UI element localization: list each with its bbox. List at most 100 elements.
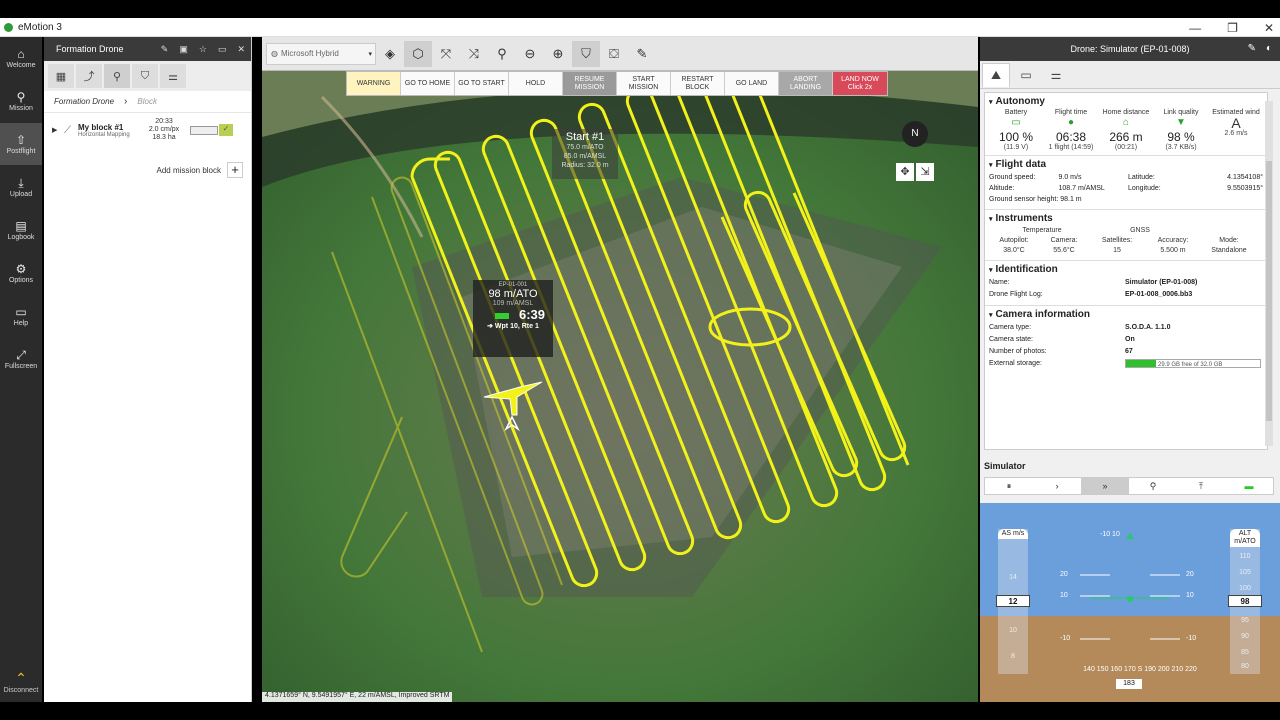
- compass-icon[interactable]: N: [902, 121, 928, 147]
- mode-value: Standalone: [1211, 247, 1247, 254]
- maximize-icon[interactable]: ❐: [1227, 21, 1238, 35]
- camera-title[interactable]: ▾ Camera information: [989, 309, 1263, 320]
- tab-flight-icon[interactable]: ⛰: [982, 62, 1010, 87]
- route-icon[interactable]: ⤴: [76, 64, 102, 88]
- map-view[interactable]: ◍ Microsoft Hybrid ▾ ◈ ⬡ ⤧ ⤨ ⚲ ⊖ ⊕ ⛉ ⛋ ✎…: [262, 37, 978, 702]
- folder-icon[interactable]: ▭: [218, 44, 227, 55]
- area-icon[interactable]: ⛋: [600, 41, 628, 67]
- location-icon[interactable]: ⚲: [1129, 478, 1177, 494]
- edit-icon[interactable]: ✎: [1248, 43, 1256, 54]
- battery-sim-icon[interactable]: ▬: [1225, 478, 1273, 494]
- collapse-arrows-icon[interactable]: ⤨: [460, 41, 488, 67]
- rail-options[interactable]: ⚙ Options: [0, 252, 42, 294]
- app-title: eMotion 3: [18, 21, 62, 33]
- block-name-group: My block #1 Horizontal Mapping: [78, 123, 140, 138]
- tab-settings-icon[interactable]: ⚌: [1042, 63, 1070, 87]
- go-to-start-button[interactable]: GO TO START: [455, 72, 509, 95]
- identification-title[interactable]: ▾ Identification: [989, 264, 1263, 275]
- start-point-label[interactable]: Start #1 75.0 m/ATO 85.0 m/AMSL Radius: …: [552, 129, 618, 179]
- block-icon[interactable]: ▦: [48, 64, 74, 88]
- close-icon[interactable]: ✕: [237, 44, 245, 55]
- sliders-icon[interactable]: ⚌: [160, 64, 186, 88]
- warning-button[interactable]: WARNING: [347, 72, 401, 95]
- minimize-icon[interactable]: —: [1189, 21, 1201, 35]
- fast-forward-icon[interactable]: »: [1081, 478, 1129, 494]
- waypoint-icon[interactable]: ⚲: [104, 64, 130, 88]
- pan-icon[interactable]: ✥: [896, 163, 914, 181]
- rail-logbook[interactable]: ▤ Logbook: [0, 209, 42, 251]
- expand-arrows-icon[interactable]: ⤧: [432, 41, 460, 67]
- command-bar: WARNING GO TO HOME GO TO START HOLD RESU…: [346, 71, 888, 96]
- link-quality-value: 98 %: [1167, 130, 1195, 144]
- add-block-button[interactable]: Add mission block +: [157, 162, 243, 178]
- altitude-label: ALT m/ATO: [1230, 529, 1260, 547]
- zoom-in-icon[interactable]: ⊕: [544, 41, 572, 67]
- instruments-title[interactable]: ▾ Instruments: [989, 213, 1263, 224]
- layers-icon[interactable]: ◈: [376, 41, 404, 67]
- expand-icon[interactable]: ▶: [52, 126, 64, 134]
- map-source-select[interactable]: ◍ Microsoft Hybrid ▾: [266, 42, 376, 65]
- 3d-view-icon[interactable]: ⬡: [404, 40, 432, 67]
- rail-mission[interactable]: ⚲ Mission: [0, 80, 42, 122]
- resume-mission-button[interactable]: RESUME MISSION: [563, 72, 617, 95]
- flight-count: 1 flight (14:59): [1048, 144, 1094, 151]
- shield-icon[interactable]: ⛉: [132, 64, 158, 88]
- restart-block-button[interactable]: RESTART BLOCK: [671, 72, 725, 95]
- rail-disconnect[interactable]: ⌃ Disconnect: [0, 662, 42, 702]
- left-rail: ⌂ Welcome ⚲ Mission ⇧ Postflight ⤓ Uploa…: [0, 37, 42, 702]
- drone-panel-scrollbar[interactable]: [1265, 101, 1273, 446]
- play-icon[interactable]: ›: [1033, 478, 1081, 494]
- flight-data-title[interactable]: ▾ Flight data: [989, 159, 1263, 170]
- tab-camera-icon[interactable]: ▭: [1012, 63, 1040, 87]
- drone-altitude: 98 m/ATO: [488, 288, 538, 300]
- flight-data-title-text: Flight data: [995, 159, 1047, 170]
- map-nav-controls: ✥ ⇲: [896, 163, 934, 181]
- ruler-icon[interactable]: ✎: [628, 41, 656, 67]
- breadcrumb-mission[interactable]: Formation Drone: [54, 97, 114, 106]
- collapse-icon: ▾: [989, 267, 993, 274]
- breadcrumb-block: Block: [137, 97, 157, 106]
- accuracy-value: 5.500 m: [1160, 247, 1186, 254]
- rail-help[interactable]: ▭ Help: [0, 295, 42, 337]
- block-area: 18.3 ha: [152, 134, 176, 141]
- block-gsd: 2.0 cm/px: [148, 126, 180, 133]
- flight-log-value[interactable]: EP-01-008_0006.bb3: [1125, 289, 1192, 301]
- altitude-label: Altitude:: [989, 185, 1015, 192]
- edit-icon[interactable]: ✎: [161, 44, 169, 55]
- close-icon[interactable]: ✕: [1264, 21, 1274, 35]
- autonomy-section: ▾ Autonomy Battery ▭ 100 % (11.9 V) Fligh…: [985, 93, 1267, 155]
- drone-amsl: 109 m/AMSL: [492, 300, 534, 307]
- block-status-icon: ✓: [219, 124, 233, 136]
- rail-upload[interactable]: ⤓ Upload: [0, 166, 42, 208]
- autonomy-title[interactable]: ▾ Autonomy: [989, 96, 1263, 107]
- start-mission-button[interactable]: START MISSION: [617, 72, 671, 95]
- rail-fullscreen[interactable]: ⤢ Fullscreen: [0, 338, 42, 380]
- map-canvas: [262, 54, 978, 702]
- mission-block-row[interactable]: ▶ ⟋ My block #1 Horizontal Mapping 20:33…: [44, 115, 251, 145]
- abort-landing-button[interactable]: ABORT LANDING: [779, 72, 833, 95]
- rail-welcome[interactable]: ⌂ Welcome: [0, 37, 42, 79]
- wind-speed: 2.6 m/s: [1224, 130, 1248, 137]
- drone-panel: Drone: Simulator (EP-01-008) ✎ ◐ ⛰ ▭ ⚌ ▾…: [980, 37, 1280, 702]
- land-now-button[interactable]: LAND NOW Click 2x: [833, 72, 887, 95]
- scrollbar-thumb[interactable]: [1266, 161, 1272, 421]
- storage-bar: 29.9 GB free of 32.0 GB: [1125, 359, 1261, 368]
- shield-map-icon[interactable]: ⛉: [572, 40, 600, 67]
- rail-postflight[interactable]: ⇧ Postflight: [0, 123, 42, 165]
- zoom-out-icon[interactable]: ⊖: [516, 41, 544, 67]
- pause-icon[interactable]: ⏸: [985, 478, 1033, 494]
- mission-title: Formation Drone: [56, 44, 124, 54]
- bottom-letterbox: [0, 702, 1280, 720]
- save-icon[interactable]: ▣: [179, 44, 188, 55]
- hold-button[interactable]: HOLD: [509, 72, 563, 95]
- status-icon[interactable]: ◐: [1266, 43, 1272, 54]
- star-icon[interactable]: ☆: [199, 44, 207, 55]
- go-to-home-button[interactable]: GO TO HOME: [401, 72, 455, 95]
- start-radius: Radius: 32.0 m: [561, 162, 609, 169]
- rotate-icon[interactable]: ⇲: [916, 163, 934, 181]
- export-icon[interactable]: ⤒: [1177, 478, 1225, 494]
- location-pin-icon[interactable]: ⚲: [488, 41, 516, 67]
- go-land-button[interactable]: GO LAND: [725, 72, 779, 95]
- camera-row: Camera type: S.O.D.A. 1.1.0: [989, 322, 1263, 334]
- drone-info-popup[interactable]: EP-01-001 98 m/ATO 109 m/AMSL 6:39 ➔ Wpt…: [473, 280, 553, 357]
